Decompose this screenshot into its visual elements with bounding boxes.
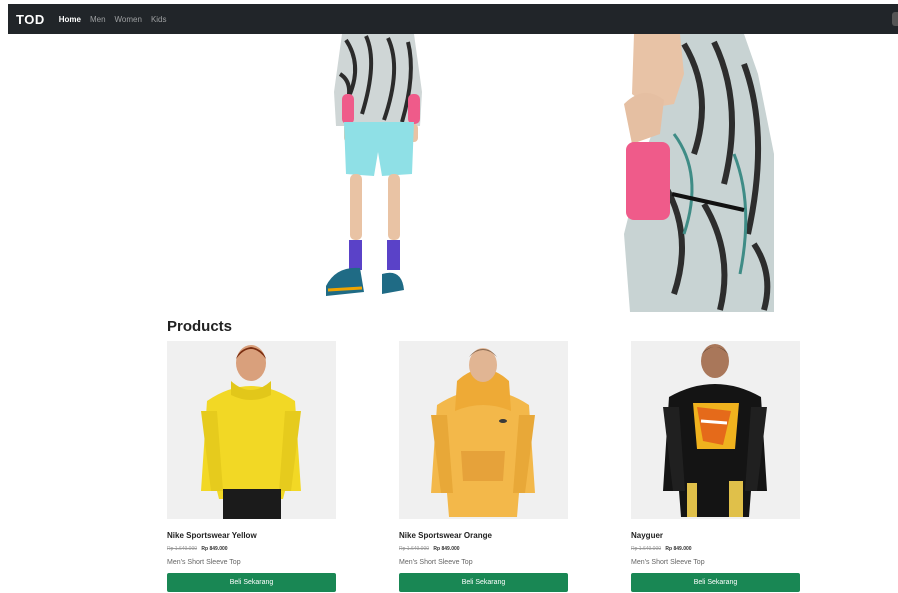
nav-link-home[interactable]: Home bbox=[59, 15, 81, 24]
hero-image-model-full bbox=[322, 34, 432, 296]
product-card: Nayguer Rp 1.649.000 Rp 849.000 Men's Sh… bbox=[631, 341, 800, 592]
product-card: Nike Sportswear Orange Rp 1.649.000 Rp 8… bbox=[399, 341, 568, 592]
product-card: Nike Sportswear Yellow Rp 1.649.000 Rp 8… bbox=[167, 341, 336, 592]
product-name[interactable]: Nike Sportswear Yellow bbox=[167, 531, 336, 540]
buy-now-button[interactable]: Beli Sekarang bbox=[167, 573, 336, 592]
product-category: Men's Short Sleeve Top bbox=[399, 559, 473, 566]
product-image-orange-hoodie[interactable] bbox=[399, 341, 568, 519]
original-price: Rp 1.649.000 bbox=[631, 546, 662, 552]
buy-now-button[interactable]: Beli Sekarang bbox=[399, 573, 568, 592]
navbar: TOD Home Men Women Kids bbox=[8, 4, 898, 34]
sale-price: Rp 849.000 bbox=[433, 546, 460, 552]
products-heading: Products bbox=[167, 318, 233, 335]
product-price: Rp 1.649.000 Rp 849.000 bbox=[631, 546, 800, 552]
sale-price: Rp 849.000 bbox=[665, 546, 692, 552]
product-price: Rp 1.649.000 Rp 849.000 bbox=[399, 546, 568, 552]
product-image-yellow-hoodie[interactable] bbox=[167, 341, 336, 519]
buy-now-button[interactable]: Beli Sekarang bbox=[631, 573, 800, 592]
nav-link-men[interactable]: Men bbox=[90, 15, 106, 24]
product-name[interactable]: Nike Sportswear Orange bbox=[399, 531, 568, 540]
product-name[interactable]: Nayguer bbox=[631, 531, 800, 540]
hero-image-model-closeup bbox=[624, 34, 776, 312]
original-price: Rp 1.649.000 bbox=[399, 546, 430, 552]
brand-logo[interactable]: TOD bbox=[16, 12, 45, 27]
original-price: Rp 1.649.000 bbox=[167, 546, 198, 552]
product-category: Men's Short Sleeve Top bbox=[631, 559, 705, 566]
sale-price: Rp 849.000 bbox=[201, 546, 228, 552]
product-price: Rp 1.649.000 Rp 849.000 bbox=[167, 546, 336, 552]
nav-link-women[interactable]: Women bbox=[115, 15, 142, 24]
navbar-toggler[interactable] bbox=[892, 12, 898, 26]
product-image-black-hoodie[interactable] bbox=[631, 341, 800, 519]
nav-link-kids[interactable]: Kids bbox=[151, 15, 167, 24]
product-category: Men's Short Sleeve Top bbox=[167, 559, 241, 566]
